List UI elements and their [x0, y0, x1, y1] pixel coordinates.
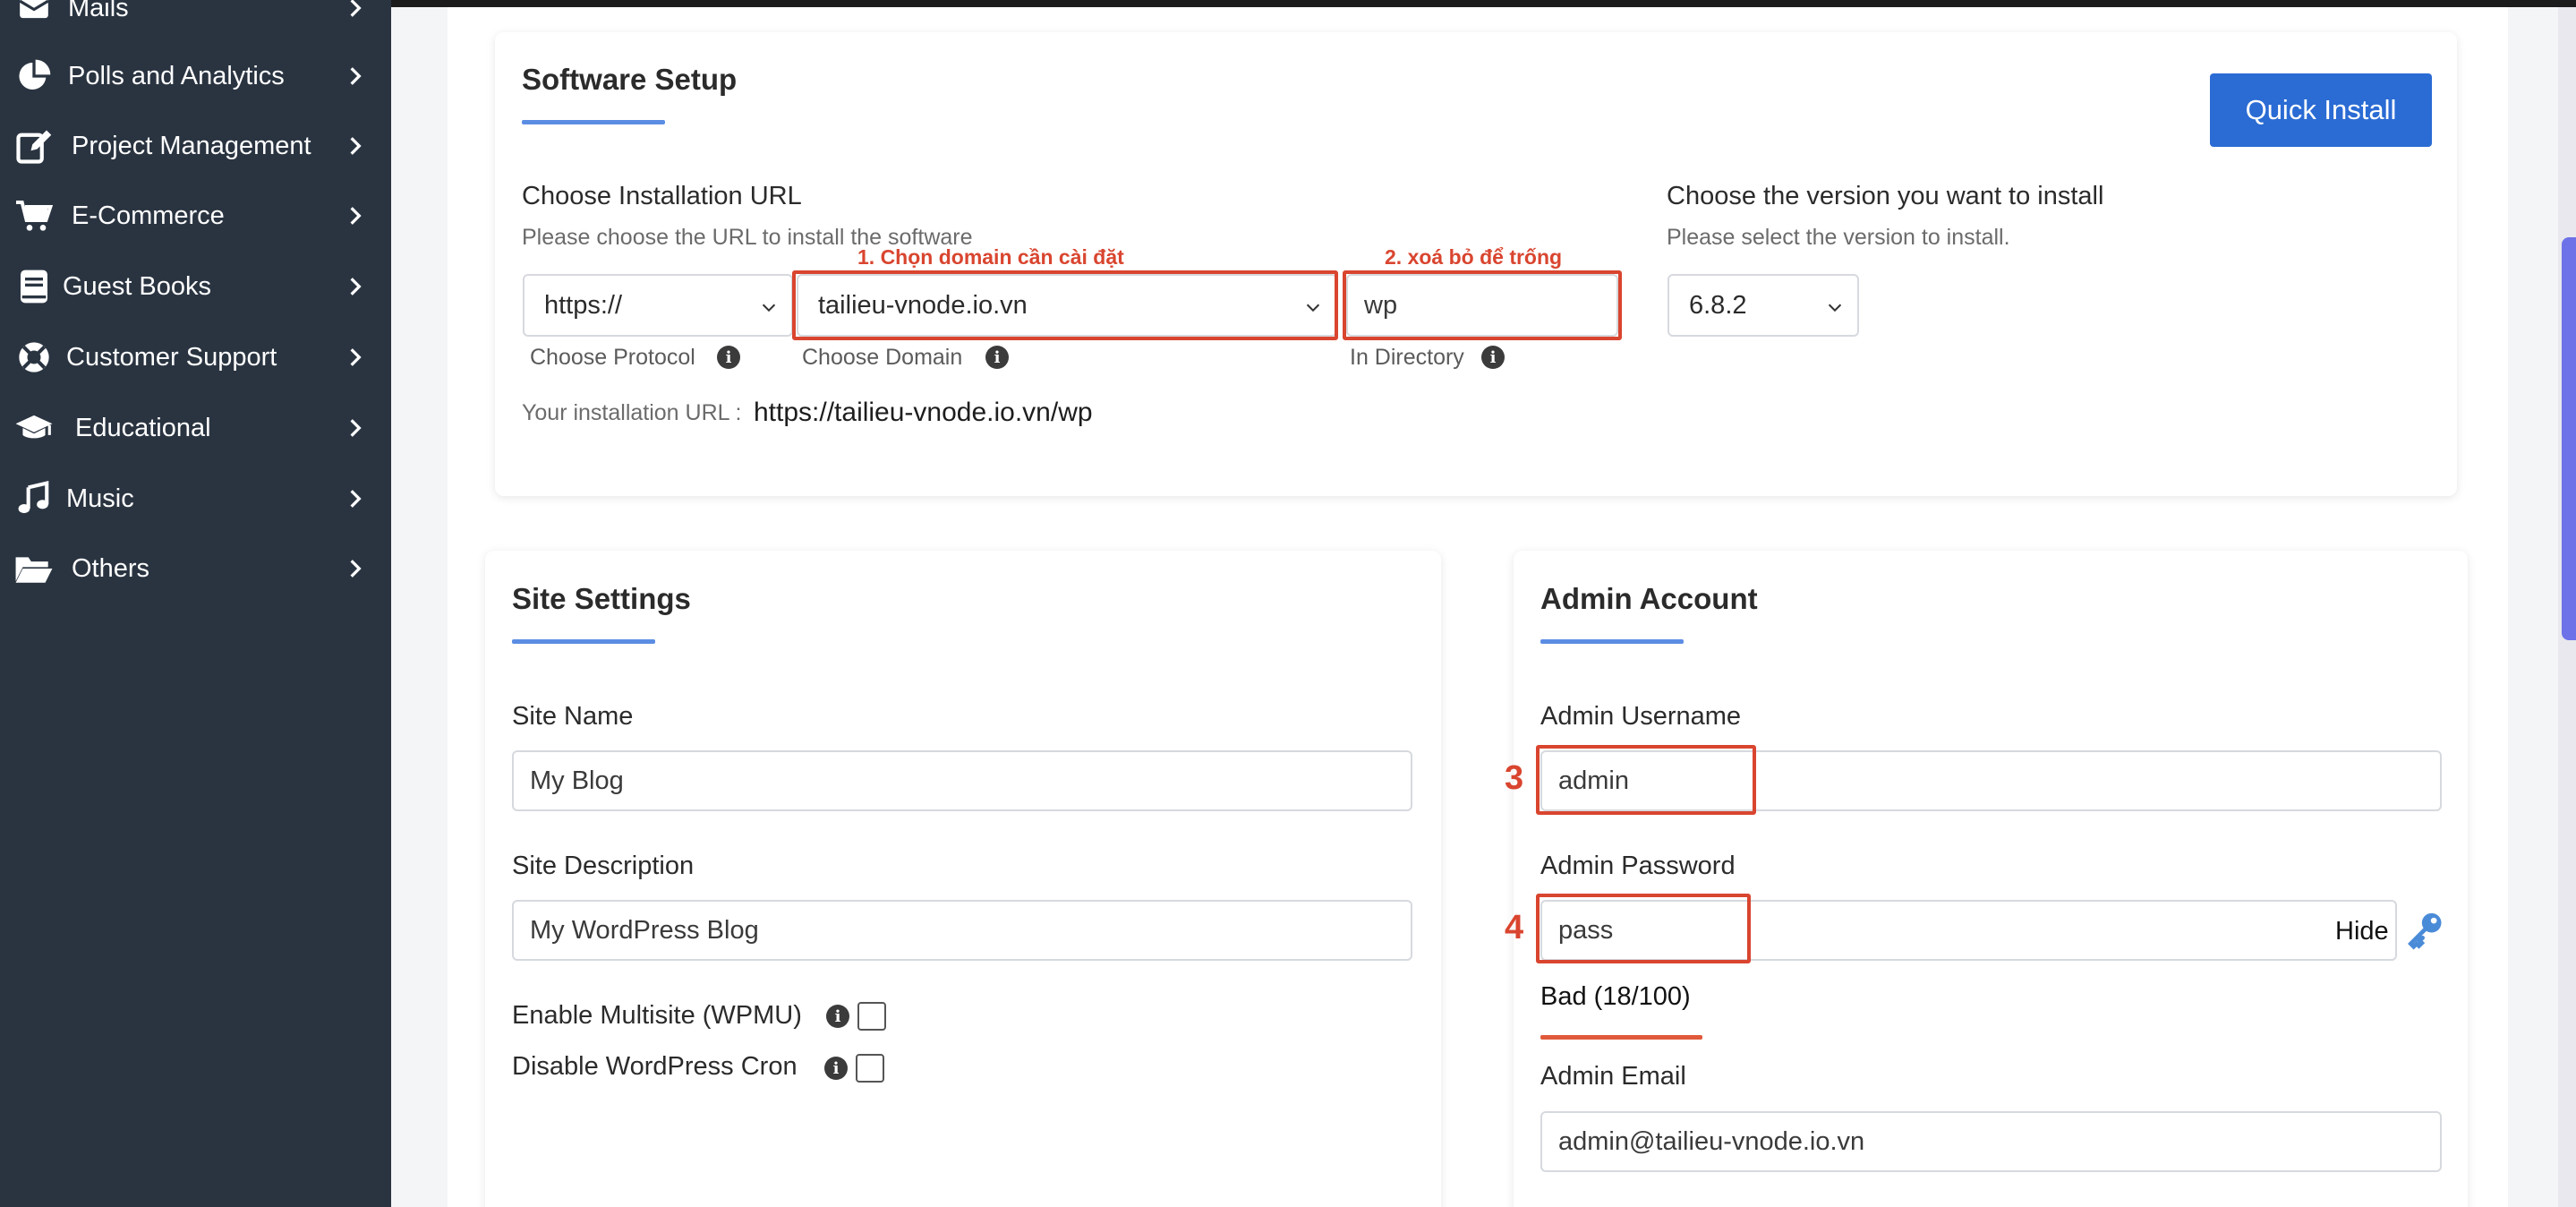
disable-cron-checkbox[interactable]	[856, 1054, 884, 1083]
disable-cron-label: Disable WordPress Cron	[512, 1052, 798, 1081]
chevron-right-icon	[350, 207, 362, 225]
info-icon[interactable]: i	[985, 346, 1009, 369]
music-note-icon	[14, 479, 54, 518]
title-underline	[1540, 639, 1684, 644]
domain-select[interactable]: tailieu-vnode.io.vn	[797, 274, 1337, 337]
sidebar-item-label: Project Management	[72, 131, 311, 160]
protocol-select[interactable]: https://	[523, 274, 793, 337]
multisite-label: Enable Multisite (WPMU)	[512, 1001, 802, 1030]
admin-password-input[interactable]	[1540, 900, 2397, 961]
pie-chart-icon	[14, 56, 54, 96]
sidebar-item-label: Mails	[68, 0, 129, 22]
chevron-right-icon	[350, 490, 362, 508]
annotation-step-1: 1. Chọn domain cần cài đặt	[857, 245, 1124, 269]
scrollbar-thumb[interactable]	[2562, 237, 2576, 640]
chevron-right-icon	[350, 0, 362, 17]
domain-select-value: tailieu-vnode.io.vn	[818, 290, 1028, 320]
sidebar-item-label: E-Commerce	[72, 201, 225, 230]
version-select-value: 6.8.2	[1689, 290, 1747, 320]
graduation-cap-icon	[14, 408, 54, 448]
chevron-right-icon	[350, 560, 362, 578]
hide-password-toggle[interactable]: Hide	[2335, 917, 2389, 946]
chevron-right-icon	[350, 137, 362, 155]
password-strength-bar	[1540, 1035, 1702, 1040]
directory-input[interactable]	[1346, 274, 1618, 337]
title-underline	[522, 120, 665, 124]
site-name-input[interactable]	[512, 750, 1412, 811]
admin-username-input[interactable]	[1540, 750, 2442, 811]
info-icon[interactable]: i	[826, 1005, 849, 1028]
admin-username-label: Admin Username	[1540, 702, 1742, 731]
admin-email-label: Admin Email	[1540, 1062, 1686, 1091]
site-description-input[interactable]	[512, 900, 1412, 961]
sidebar-item-educational[interactable]: Educational	[0, 393, 391, 463]
sidebar-item-polls-and-analytics[interactable]: Polls and Analytics	[0, 41, 391, 111]
info-icon[interactable]: i	[824, 1057, 848, 1080]
sidebar-item-label: Customer Support	[66, 342, 277, 372]
version-hint: Please select the version to install.	[1667, 225, 2010, 250]
info-icon[interactable]: i	[1481, 346, 1505, 369]
site-name-label: Site Name	[512, 702, 634, 731]
chevron-right-icon	[350, 278, 362, 295]
sidebar-item-others[interactable]: Others	[0, 534, 391, 604]
chevron-down-icon	[1306, 304, 1320, 312]
version-heading: Choose the version you want to install	[1667, 182, 2104, 210]
sidebar-item-customer-support[interactable]: Customer Support	[0, 322, 391, 392]
edit-icon	[14, 126, 54, 166]
chevron-right-icon	[350, 67, 362, 85]
title-underline	[512, 639, 655, 644]
key-icon[interactable]	[2408, 911, 2444, 950]
software-setup-title: Software Setup	[522, 63, 738, 96]
folder-open-icon	[14, 549, 54, 588]
site-settings-title: Site Settings	[512, 582, 691, 615]
protocol-select-value: https://	[544, 290, 623, 320]
annotation-step-3: 3	[1505, 759, 1524, 797]
installation-url-prefix: Your installation URL :	[522, 400, 742, 425]
cart-icon	[14, 196, 54, 235]
site-description-label: Site Description	[512, 852, 695, 880]
quick-install-button[interactable]: Quick Install	[2210, 73, 2432, 147]
chevron-right-icon	[350, 348, 362, 366]
admin-account-title: Admin Account	[1540, 582, 1758, 615]
mail-icon	[14, 0, 54, 28]
sidebar-item-label: Guest Books	[63, 271, 212, 301]
sidebar-item-music[interactable]: Music	[0, 464, 391, 534]
sidebar-item-project-management[interactable]: Project Management	[0, 111, 391, 181]
password-strength-text: Bad (18/100)	[1540, 982, 1691, 1011]
protocol-label: Choose Protocol	[530, 345, 695, 370]
multisite-checkbox[interactable]	[857, 1002, 886, 1031]
installation-url-heading: Choose Installation URL	[522, 182, 802, 210]
sidebar-item-label: Educational	[75, 413, 211, 442]
annotation-step-2: 2. xoá bỏ để trống	[1385, 245, 1563, 269]
chevron-down-icon	[762, 304, 776, 312]
version-select[interactable]: 6.8.2	[1668, 274, 1859, 337]
info-icon[interactable]: i	[717, 346, 740, 369]
sidebar-item-mails[interactable]: Mails	[0, 0, 391, 43]
book-icon	[14, 267, 54, 306]
directory-label: In Directory	[1350, 345, 1464, 370]
chevron-right-icon	[350, 419, 362, 437]
admin-password-label: Admin Password	[1540, 852, 1736, 880]
domain-label: Choose Domain	[802, 345, 963, 370]
lifebuoy-icon	[14, 338, 54, 377]
annotation-step-4: 4	[1505, 909, 1524, 946]
admin-email-input[interactable]	[1540, 1111, 2442, 1172]
installation-url-value: https://tailieu-vnode.io.vn/wp	[754, 398, 1093, 427]
sidebar-item-label: Polls and Analytics	[68, 61, 285, 90]
chevron-down-icon	[1828, 304, 1842, 312]
sidebar: Mails Polls and Analytics Project Manage…	[0, 0, 391, 1207]
sidebar-item-e-commerce[interactable]: E-Commerce	[0, 181, 391, 251]
sidebar-item-label: Music	[66, 484, 134, 513]
sidebar-item-label: Others	[72, 553, 150, 583]
sidebar-item-guest-books[interactable]: Guest Books	[0, 252, 391, 321]
